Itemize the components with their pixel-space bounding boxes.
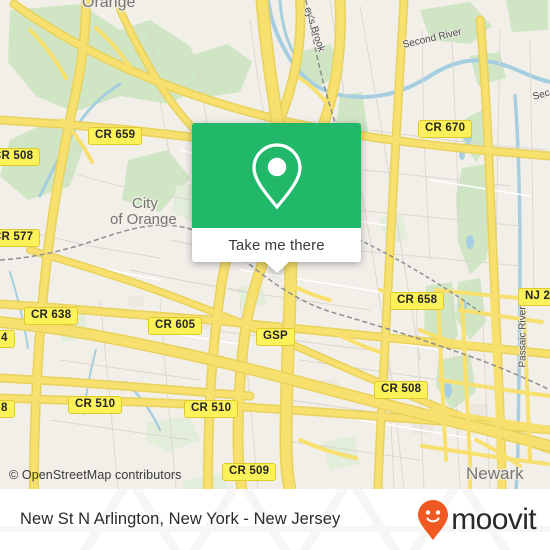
place-label: Newark [466, 464, 524, 483]
road-shield: CR 638 [24, 307, 79, 325]
moovit-smiley-pin-icon [418, 499, 449, 540]
place-label: City [132, 195, 158, 212]
road-shield: GSP [256, 328, 295, 346]
road-shield: CR 509 [222, 463, 277, 481]
place-label: Orange [82, 0, 136, 11]
map-attribution[interactable]: © OpenStreetMap contributors [9, 468, 182, 482]
moovit-wordmark: moovit [451, 502, 536, 536]
place-label: of Orange [110, 211, 177, 228]
road-shield: CR 510 [68, 396, 123, 414]
location-title: New St N Arlington, New York - New Jerse… [20, 510, 341, 528]
road-shield: CR 670 [418, 120, 473, 138]
map-canvas[interactable]: .rd { stroke:#f7e06e; stroke-linecap:rou… [0, 0, 550, 489]
take-me-there-label: Take me there [228, 236, 325, 254]
map-pin-icon [251, 142, 302, 209]
road-shield: CR 577 [0, 229, 41, 247]
location-popup-card[interactable]: Take me there [192, 123, 361, 273]
road-shield: CR 658 [390, 292, 445, 310]
popup-tail [264, 262, 289, 273]
bottom-info-bar: New St N Arlington, New York - New Jerse… [0, 489, 550, 550]
road-shield: CR 605 [148, 317, 203, 335]
road-shield: 4 [0, 330, 15, 348]
road-shield: CR 508 [374, 381, 429, 399]
road-shield: NJ 21 [518, 288, 550, 306]
moovit-logo[interactable]: moovit [417, 499, 537, 541]
road-shield: 8 [0, 400, 15, 418]
popup-header [192, 123, 361, 228]
road-shield: CR 510 [184, 400, 239, 418]
water-label: Passaic River [517, 306, 529, 368]
road-shield: CR 508 [0, 148, 41, 166]
popup-footer[interactable]: Take me there [192, 228, 361, 273]
road-shield: CR 659 [88, 127, 143, 145]
